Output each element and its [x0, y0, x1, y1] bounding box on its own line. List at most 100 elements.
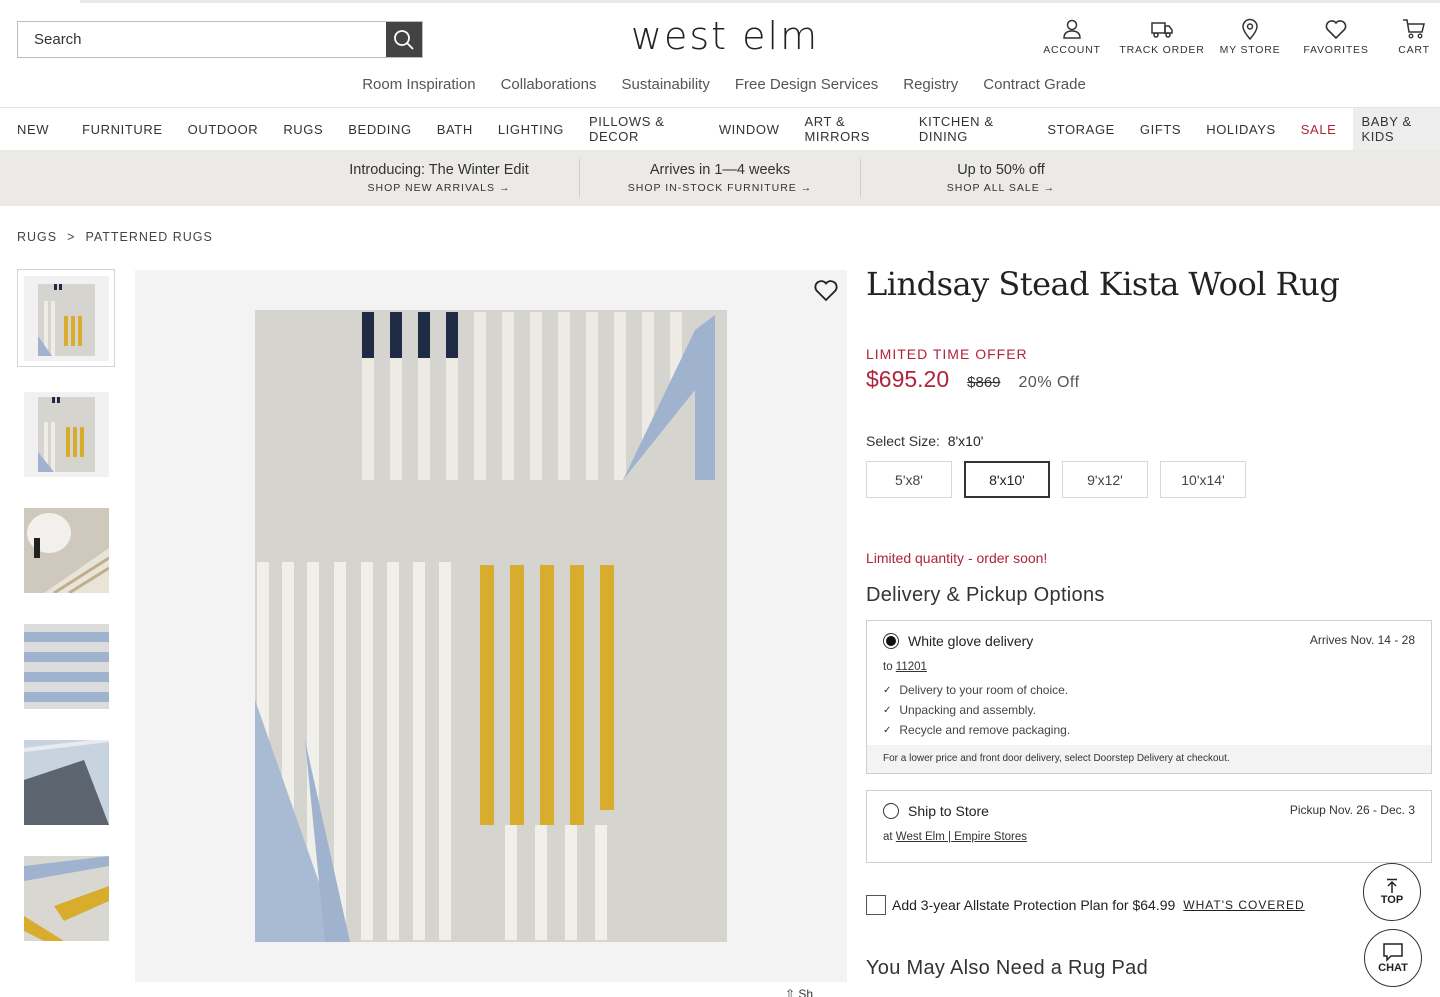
cat-bedding[interactable]: BEDDING	[340, 108, 419, 150]
size-5x8-button[interactable]: 5'x8'	[866, 461, 952, 498]
size-10x14-button[interactable]: 10'x14'	[1160, 461, 1246, 498]
promo-in-stock[interactable]: Arrives in 1—4 weeks SHOP IN-STOCK FURNI…	[580, 162, 860, 194]
rug-image	[135, 270, 847, 982]
promo-link[interactable]: SHOP IN-STOCK FURNITURE →	[580, 182, 860, 194]
feature-item: ✓ Unpacking and assembly.	[883, 703, 1036, 717]
track-order-link[interactable]: TRACK ORDER	[1118, 18, 1206, 56]
top-label: TOP	[1380, 894, 1404, 906]
cat-art-mirrors[interactable]: ART & MIRRORS	[796, 108, 901, 150]
cat-sale[interactable]: SALE	[1293, 108, 1345, 150]
rug-pad-heading: You May Also Need a Rug Pad	[866, 957, 1148, 979]
breadcrumb: RUGS > PATTERNED RUGS	[17, 230, 213, 244]
doorstep-note: For a lower price and front door deliver…	[867, 745, 1431, 773]
nav-sustainability[interactable]: Sustainability	[621, 76, 709, 93]
ship-to-store-option[interactable]: Ship to Store Pickup Nov. 26 - Dec. 3 at…	[866, 790, 1432, 863]
to-prefix: to	[883, 661, 893, 673]
promo-link[interactable]: SHOP ALL SALE →	[861, 182, 1141, 194]
chat-label: CHAT	[1378, 962, 1408, 974]
category-nav: NEW FURNITURE OUTDOOR RUGS BEDDING BATH …	[0, 107, 1440, 150]
rug-thumbnail-image	[23, 275, 109, 361]
texture-thumbnail-image	[23, 623, 109, 709]
white-glove-label: White glove delivery	[908, 633, 1034, 649]
cart-link[interactable]: CART	[1388, 18, 1440, 56]
rug-thumbnail-image	[23, 391, 109, 477]
white-glove-features: ✓ Delivery to your room of choice. ✓ Unpac…	[867, 673, 1431, 737]
protection-plan: Add 3-year Allstate Protection Plan for …	[866, 895, 1432, 915]
back-to-top-button[interactable]: TOP	[1363, 863, 1421, 921]
cat-gifts[interactable]: GIFTS	[1132, 108, 1189, 150]
thumbnail-4[interactable]	[17, 617, 115, 715]
favorite-button[interactable]	[813, 278, 839, 304]
thumbnail-1[interactable]	[17, 269, 115, 367]
thumbnail-2[interactable]	[17, 385, 115, 483]
zip-code-link[interactable]: 11201	[896, 661, 927, 673]
cat-new[interactable]: NEW	[9, 108, 57, 150]
main-product-image[interactable]	[135, 270, 847, 982]
thumbnail-6[interactable]	[17, 849, 115, 947]
cat-outdoor[interactable]: OUTDOOR	[180, 108, 267, 150]
promo-bar: Introducing: The Winter Edit SHOP NEW AR…	[0, 150, 1440, 206]
track-order-label: TRACK ORDER	[1119, 44, 1205, 56]
nav-free-design-services[interactable]: Free Design Services	[735, 76, 878, 93]
heart-icon	[814, 280, 838, 302]
cart-icon	[1403, 19, 1425, 39]
size-8x10-button[interactable]: 8'x10'	[964, 461, 1050, 498]
size-9x12-button[interactable]: 9'x12'	[1062, 461, 1148, 498]
thumbnail-3[interactable]	[17, 501, 115, 599]
account-link[interactable]: ACCOUNT	[1028, 18, 1116, 56]
cat-storage[interactable]: STORAGE	[1039, 108, 1123, 150]
cat-furniture[interactable]: FURNITURE	[74, 108, 171, 150]
room-thumbnail-image	[23, 507, 109, 593]
utility-nav: ACCOUNT TRACK ORDER MY STORE FAVORITES C…	[1028, 18, 1440, 56]
stock-warning: Limited quantity - order soon!	[866, 550, 1048, 566]
promo-title: Introducing: The Winter Edit	[349, 162, 529, 178]
thumbnail-list	[17, 269, 115, 965]
my-store-link[interactable]: MY STORE	[1206, 18, 1294, 56]
whats-covered-link[interactable]: WHAT'S COVERED	[1183, 898, 1304, 912]
protection-checkbox[interactable]	[866, 895, 886, 915]
nav-registry[interactable]: Registry	[903, 76, 958, 93]
share-button[interactable]: ⇧ Sh	[785, 987, 813, 997]
thumbnail-5[interactable]	[17, 733, 115, 831]
cat-window[interactable]: WINDOW	[711, 108, 788, 150]
nav-contract-grade[interactable]: Contract Grade	[983, 76, 1086, 93]
chat-button[interactable]: CHAT	[1364, 929, 1422, 987]
favorites-link[interactable]: FAVORITES	[1296, 18, 1376, 56]
white-glove-option[interactable]: White glove delivery Arrives Nov. 14 - 2…	[866, 620, 1432, 774]
limited-offer-label: LIMITED TIME OFFER	[866, 346, 1028, 362]
check-icon: ✓	[883, 684, 892, 696]
store-link[interactable]: West Elm | Empire Stores	[896, 831, 1027, 843]
discount-percent: 20% Off	[1018, 374, 1080, 391]
location-pin-icon	[1242, 18, 1258, 40]
nav-collaborations[interactable]: Collaborations	[501, 76, 597, 93]
backing-thumbnail-image	[23, 739, 109, 825]
protection-label: Add 3-year Allstate Protection Plan for …	[892, 897, 1176, 913]
cat-rugs[interactable]: RUGS	[275, 108, 331, 150]
promo-sale[interactable]: Up to 50% off SHOP ALL SALE →	[861, 162, 1141, 194]
cat-bath[interactable]: BATH	[429, 108, 481, 150]
cat-pillows-decor[interactable]: PILLOWS & DECOR	[581, 108, 702, 150]
promo-title: Up to 50% off	[957, 162, 1045, 178]
promo-winter-edit[interactable]: Introducing: The Winter Edit SHOP NEW AR…	[299, 162, 579, 194]
delivery-heading: Delivery & Pickup Options	[866, 584, 1105, 606]
my-store-label: MY STORE	[1219, 44, 1281, 56]
promo-title: Arrives in 1—4 weeks	[649, 162, 791, 178]
cat-kitchen-dining[interactable]: KITCHEN & DINING	[911, 108, 1031, 150]
nav-room-inspiration[interactable]: Room Inspiration	[362, 76, 475, 93]
breadcrumb-patterned-rugs[interactable]: PATTERNED RUGS	[85, 230, 212, 244]
cat-holidays[interactable]: HOLIDAYS	[1198, 108, 1284, 150]
west-elm-logo[interactable]: west elm	[600, 14, 850, 58]
breadcrumb-rugs[interactable]: RUGS	[17, 230, 57, 244]
cat-baby-kids[interactable]: BABY & KIDS	[1353, 108, 1440, 150]
promo-link[interactable]: SHOP NEW ARRIVALS →	[299, 182, 579, 194]
search-button[interactable]	[386, 22, 422, 57]
ship-to-store-radio[interactable]	[883, 803, 899, 819]
white-glove-radio[interactable]	[883, 633, 899, 649]
cart-label: CART	[1398, 44, 1430, 56]
store-line: at West Elm | Empire Stores	[867, 819, 1431, 843]
cat-lighting[interactable]: LIGHTING	[490, 108, 572, 150]
account-label: ACCOUNT	[1043, 44, 1101, 56]
check-icon: ✓	[883, 704, 892, 716]
ship-to-store-label: Ship to Store	[908, 803, 989, 819]
search-input[interactable]	[18, 22, 386, 57]
